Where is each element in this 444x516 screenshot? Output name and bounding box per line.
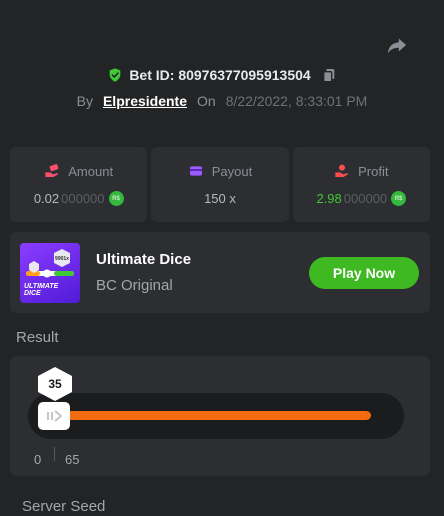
profit-value: 2.98 000000 R$ [316,191,407,206]
payout-label: Payout [211,163,253,179]
game-thumbnail[interactable]: 9901x ULTIMATE DICE [20,243,80,303]
username-link[interactable]: Elpresidente [103,93,187,109]
range-mark: 65 [65,452,80,467]
amount-stat: Amount 0.02 000000 R$ [10,147,148,222]
bet-id-text: Bet ID: 80976377095913504 [129,67,311,83]
thumb-title: ULTIMATE DICE [24,283,59,297]
result-heading: Result [16,329,59,346]
result-value: 35 [48,377,62,391]
coin-hand-icon [335,164,349,177]
slider-handle[interactable] [38,402,70,430]
payout-value: 150 x [204,191,236,206]
amount-value: 0.02 000000 R$ [34,191,124,206]
thumb-badge: 9901x [55,256,69,262]
slider-grip-icon [47,410,62,422]
author-row: By Elpresidente On 8/22/2022, 8:33:01 PM [0,91,444,111]
server-seed-heading: Server Seed [22,498,106,515]
payout-stat: Payout 150 x [151,147,289,222]
range-marker-line [54,447,55,461]
by-label: By [76,93,93,109]
currency-badge: R$ [108,191,124,206]
range-start: 0 [34,452,42,467]
wallet-icon [189,166,202,176]
money-hand-icon [45,164,59,177]
profit-stat: Profit 2.98 000000 R$ [292,147,430,222]
profit-label: Profit [358,163,389,179]
play-now-button[interactable]: Play Now [309,257,419,289]
bet-id-row: Bet ID: 80976377095913504 [0,64,444,86]
game-card[interactable]: 9901x ULTIMATE DICE Ultimate Dice BC Ori… [10,232,430,313]
shield-check-icon [109,68,121,82]
bet-datetime: 8/22/2022, 8:33:01 PM [225,93,368,109]
bet-details-page: Bet ID: 80976377095913504 By Elpresident… [0,0,444,516]
bet-stats: Amount 0.02 000000 R$ Payout 150 x Profi… [10,147,430,222]
copy-icon[interactable] [321,67,337,83]
currency-badge: R$ [391,191,407,206]
share-icon[interactable] [386,34,408,56]
amount-label: Amount [68,163,114,179]
result-fill-bar [50,411,371,420]
on-label: On [197,93,216,109]
game-subtitle: BC Original [96,277,173,294]
game-title: Ultimate Dice [96,251,192,268]
